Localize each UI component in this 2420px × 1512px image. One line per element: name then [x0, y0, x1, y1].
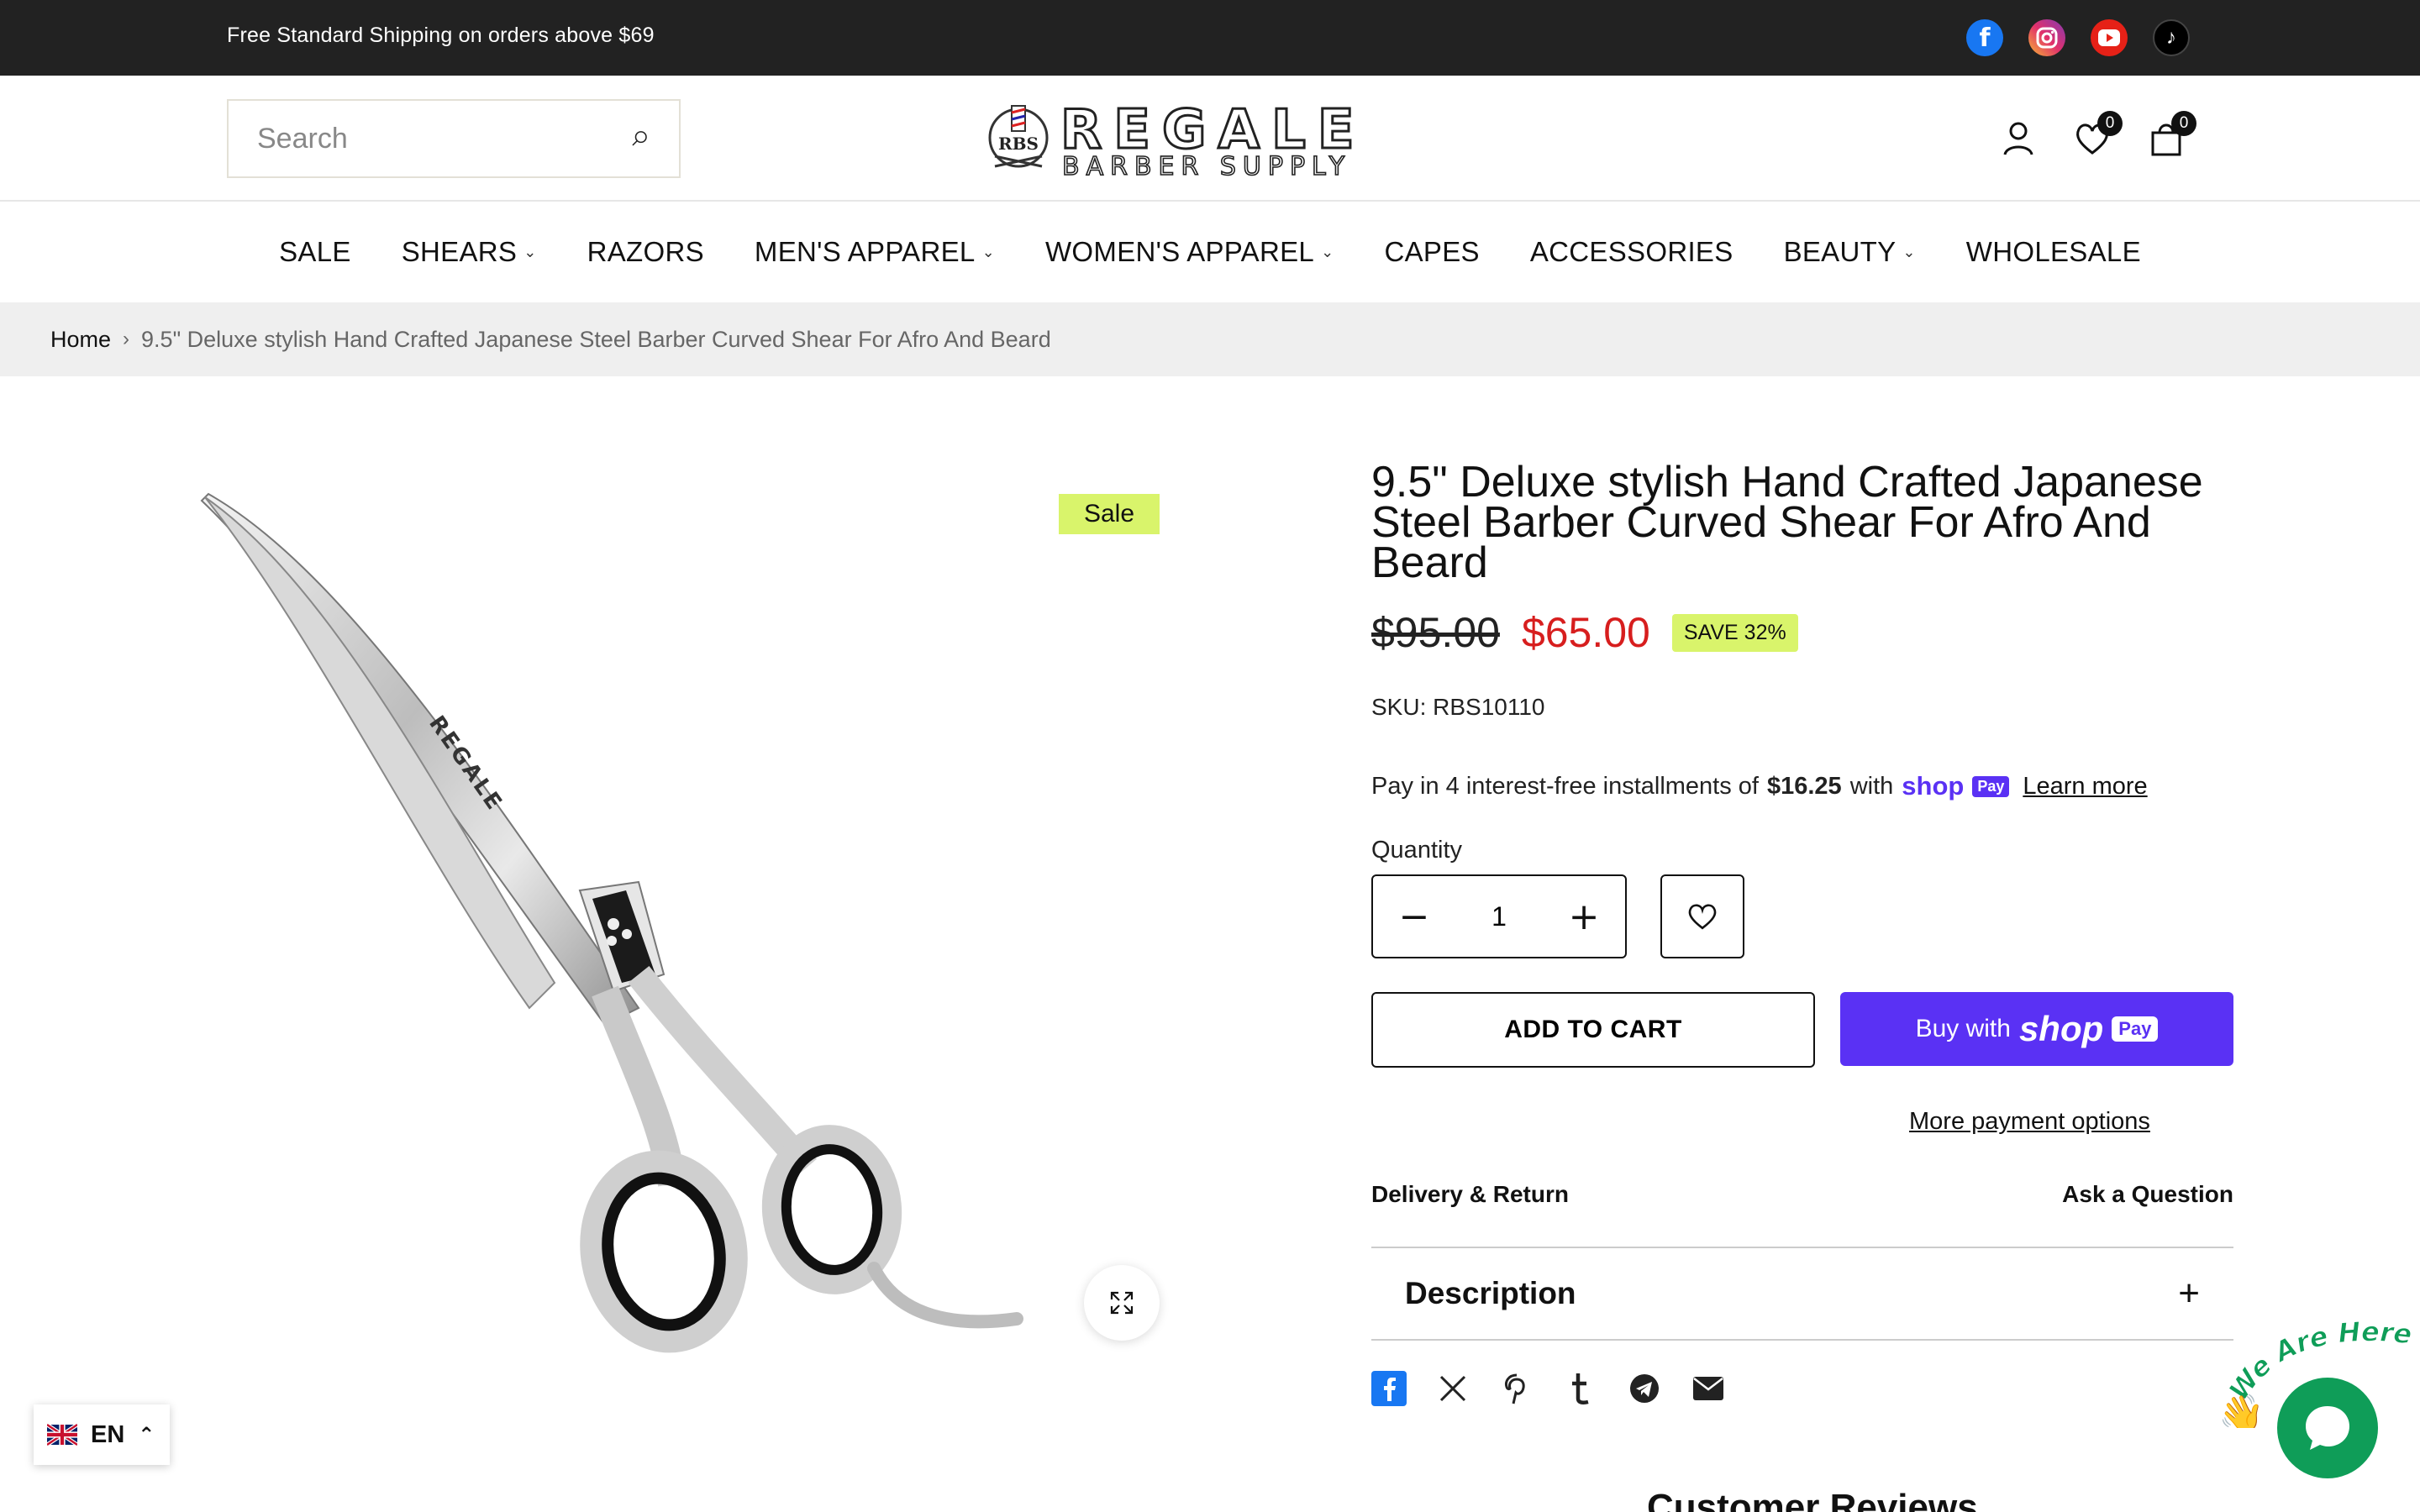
installments-text: Pay in 4 interest-free installments of: [1371, 772, 1759, 800]
compare-price: $95.00: [1371, 609, 1500, 656]
nav-item-womens-apparel[interactable]: WOMEN'S APPAREL ⌄: [1045, 236, 1334, 268]
chevron-down-icon: ⌄: [523, 243, 537, 260]
expand-icon: [1110, 1291, 1134, 1315]
more-payment-options-link[interactable]: More payment options: [1909, 1108, 2233, 1136]
plus-icon: +: [2178, 1273, 2200, 1314]
chat-button[interactable]: [2277, 1378, 2378, 1478]
language-code: EN: [91, 1420, 125, 1448]
wishlist-icon[interactable]: 0: [2074, 111, 2123, 158]
site-logo[interactable]: RBS REGALE BARBER SUPPLY: [983, 87, 1437, 188]
ask-question-link[interactable]: Ask a Question: [2062, 1181, 2233, 1208]
svg-text:RBS: RBS: [998, 134, 1039, 154]
zoom-button[interactable]: [1084, 1265, 1160, 1341]
facebook-icon[interactable]: f: [1966, 19, 2003, 56]
nav-item-mens-apparel[interactable]: MEN'S APPAREL ⌄: [755, 236, 995, 268]
chevron-down-icon: ⌄: [1902, 243, 1916, 260]
chevron-down-icon: ⌄: [981, 243, 995, 260]
shop-pay-installments: Pay in 4 interest-free installments of $…: [1371, 771, 2233, 801]
logo-emblem: RBS: [988, 105, 1049, 168]
add-to-wishlist-button[interactable]: [1660, 874, 1744, 958]
quantity-label: Quantity: [1371, 837, 1462, 864]
social-links: f ♪: [1966, 19, 2190, 56]
installment-amount: $16.25: [1766, 772, 1842, 800]
shop-pay-logo: shop: [1902, 771, 1965, 801]
cart-icon[interactable]: 0: [2148, 111, 2196, 158]
sale-badge: Sale: [1059, 494, 1160, 534]
nav-item-wholesale[interactable]: WHOLESALE: [1966, 236, 2141, 268]
site-header: RBS REGALE BARBER SUPPLY 0 0: [0, 76, 2420, 202]
add-to-cart-button[interactable]: ADD TO CART: [1371, 992, 1815, 1068]
purchase-buttons: ADD TO CART Buy with shop Pay: [1371, 992, 2233, 1068]
shipping-announcement: Free Standard Shipping on orders above $…: [227, 24, 655, 47]
delivery-return-link[interactable]: Delivery & Return: [1371, 1181, 1569, 1208]
share-buttons: [1371, 1371, 2233, 1406]
breadcrumb: Home › 9.5" Deluxe stylish Hand Crafted …: [0, 302, 2420, 376]
announcement-bar: Free Standard Shipping on orders above $…: [0, 0, 2420, 76]
pinterest-share-icon[interactable]: [1499, 1371, 1534, 1406]
chevron-up-icon: ⌃: [138, 1423, 155, 1446]
search-box[interactable]: [227, 99, 681, 178]
uk-flag-icon: [47, 1424, 77, 1446]
nav-item-beauty[interactable]: BEAUTY ⌄: [1784, 236, 1916, 268]
increase-quantity-button[interactable]: +: [1563, 891, 1605, 942]
product-sku: SKU: RBS10110: [1371, 694, 1545, 720]
chevron-down-icon: ⌄: [1321, 243, 1334, 260]
nav-item-accessories[interactable]: ACCESSORIES: [1530, 236, 1733, 268]
tumblr-share-icon[interactable]: [1563, 1371, 1598, 1406]
account-icon[interactable]: [2000, 119, 2037, 158]
cart-count-badge: 0: [2171, 111, 2196, 136]
shop-pay-box: Pay: [1972, 775, 2010, 797]
customer-reviews-heading: Customer Reviews: [1647, 1487, 1978, 1512]
svg-text:BARBER SUPPLY: BARBER SUPPLY: [1062, 152, 1351, 181]
sale-price: $65.00: [1521, 609, 1650, 656]
breadcrumb-current: 9.5" Deluxe stylish Hand Crafted Japanes…: [141, 326, 1051, 352]
tiktok-icon[interactable]: ♪: [2153, 19, 2190, 56]
breadcrumb-home-link[interactable]: Home: [50, 327, 111, 353]
telegram-share-icon[interactable]: [1627, 1371, 1662, 1406]
shop-wordmark: shop: [2018, 1009, 2104, 1048]
nav-item-razors[interactable]: RAZORS: [587, 236, 704, 268]
quantity-input[interactable]: [1465, 900, 1533, 932]
quantity-stepper: − +: [1371, 874, 1627, 958]
quantity-row: − +: [1371, 874, 2233, 958]
nav-item-capes[interactable]: CAPES: [1384, 236, 1479, 268]
description-accordion[interactable]: Description +: [1371, 1247, 2233, 1341]
installments-with: with: [1849, 772, 1894, 800]
nav-item-shears[interactable]: SHEARS ⌄: [402, 236, 537, 268]
heart-icon: [1688, 904, 1717, 930]
product-image[interactable]: REGALE: [168, 470, 1176, 1361]
chat-bubble-icon: [2306, 1406, 2349, 1450]
instagram-icon[interactable]: [2028, 19, 2065, 56]
header-actions: 0 0: [2000, 111, 2196, 158]
product-title: 9.5" Deluxe stylish Hand Crafted Japanes…: [1371, 458, 2203, 587]
language-selector[interactable]: EN ⌃: [34, 1404, 170, 1465]
search-input[interactable]: [257, 122, 629, 155]
search-icon[interactable]: [629, 122, 650, 155]
wave-icon: 👋: [2218, 1394, 2265, 1428]
learn-more-link[interactable]: Learn more: [2023, 773, 2147, 801]
save-badge: SAVE 32%: [1671, 613, 1798, 652]
buy-with-shop-pay-button[interactable]: Buy with shop Pay: [1840, 992, 2233, 1066]
youtube-icon[interactable]: [2091, 19, 2128, 56]
decrease-quantity-button[interactable]: −: [1393, 891, 1435, 942]
buy-with-label: Buy with: [1915, 1015, 2011, 1042]
nav-item-sale[interactable]: SALE: [279, 236, 351, 268]
email-share-icon[interactable]: [1691, 1371, 1726, 1406]
description-label: Description: [1405, 1276, 1576, 1310]
pay-wordmark: Pay: [2112, 1016, 2159, 1042]
info-links: Delivery & Return Ask a Question: [1371, 1181, 2233, 1208]
product-info: 9.5" Deluxe stylish Hand Crafted Japanes…: [1371, 458, 2233, 1406]
price-row: $95.00 $65.00 SAVE 32%: [1371, 605, 2233, 660]
wishlist-count-badge: 0: [2097, 111, 2123, 136]
x-share-icon[interactable]: [1435, 1371, 1470, 1406]
main-navigation: SALE SHEARS ⌄ RAZORS MEN'S APPAREL ⌄ WOMEN…: [0, 202, 2420, 302]
chevron-right-icon: ›: [123, 328, 130, 350]
facebook-share-icon[interactable]: [1371, 1371, 1407, 1406]
